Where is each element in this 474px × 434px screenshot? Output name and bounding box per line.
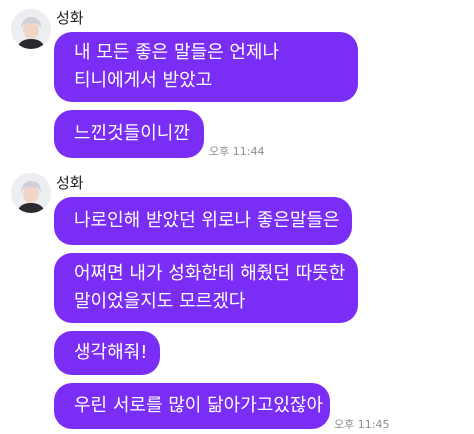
message-timestamp: 오후 11:45 — [334, 418, 390, 431]
message-bubble[interactable]: 우린 서로를 많이 닮아가고있잖아 — [54, 383, 330, 429]
message-bubble[interactable]: 어쩌면 내가 성화한테 해줬던 따뜻한 말이었을지도 모르겠다 — [54, 253, 358, 323]
message-line: 말이었을지도 모르겠다 — [74, 291, 246, 312]
avatar[interactable] — [11, 173, 51, 213]
message-line: 내 모든 좋은 말들은 언제나 — [74, 42, 280, 63]
chat-view: 성화 내 모든 좋은 말들은 언제나 티니에게서 받았고 느낀것들이니깐 오후 … — [0, 0, 474, 434]
message-line: 나로인해 받았던 위로나 좋은말들은 — [74, 210, 340, 231]
message-line: 티니에게서 받았고 — [74, 70, 213, 91]
message-timestamp: 오후 11:44 — [209, 145, 265, 158]
message-line: 느낀것들이니깐 — [74, 123, 190, 144]
message-bubble[interactable]: 생각해줘! — [54, 331, 160, 375]
sender-name: 성화 — [56, 9, 84, 27]
message-line: 어쩌면 내가 성화한테 해줬던 따뜻한 — [74, 263, 346, 284]
message-bubble[interactable]: 나로인해 받았던 위로나 좋은말들은 — [54, 197, 352, 245]
message-line: 생각해줘! — [74, 342, 148, 363]
sender-name: 성화 — [56, 174, 84, 192]
profile-photo-icon — [11, 9, 51, 49]
message-bubble[interactable]: 내 모든 좋은 말들은 언제나 티니에게서 받았고 — [54, 32, 358, 102]
message-line: 우린 서로를 많이 닮아가고있잖아 — [74, 395, 324, 416]
message-bubble[interactable]: 느낀것들이니깐 — [54, 110, 204, 158]
avatar[interactable] — [11, 9, 51, 49]
profile-photo-icon — [11, 173, 51, 213]
